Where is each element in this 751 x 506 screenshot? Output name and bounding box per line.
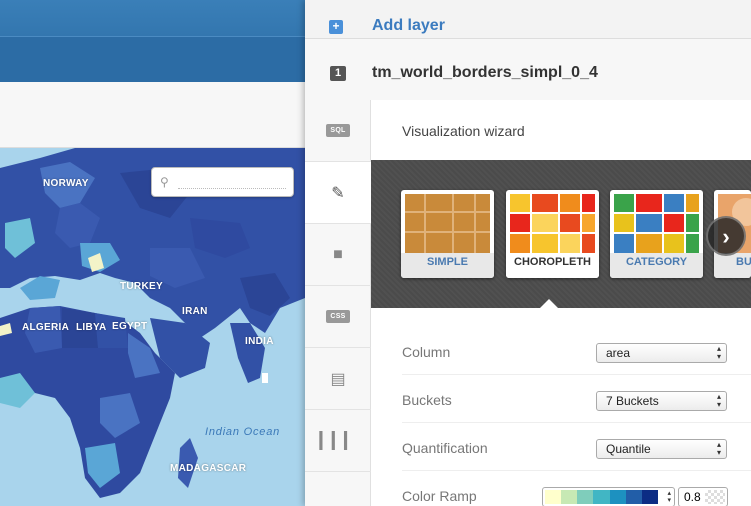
paintbrush-icon: ✎ xyxy=(331,184,345,202)
histogram-icon: ▎▎▎ xyxy=(319,432,357,450)
css-tool-button[interactable]: CSS xyxy=(305,286,371,348)
search-icon: ⚲ xyxy=(160,175,169,189)
column-row: Column area ▴ ▾ xyxy=(402,327,751,375)
map-search-box[interactable]: ⚲ xyxy=(151,167,294,197)
add-layer-link[interactable]: Add layer xyxy=(372,17,445,35)
filters-tool-button[interactable]: ▎▎▎ xyxy=(305,410,371,472)
map-label-ocean: Indian Ocean xyxy=(205,426,281,438)
quantification-select[interactable]: Quantile ▴ ▾ xyxy=(596,439,727,459)
category-thumbnail xyxy=(614,194,699,253)
sql-tool-button[interactable]: SQL xyxy=(305,100,371,162)
select-arrows-icon: ▴ ▾ xyxy=(716,440,721,457)
infowindow-tool-button[interactable]: ■ xyxy=(305,224,371,286)
column-select-value: area xyxy=(606,346,631,360)
legend-tool-button[interactable]: ▤ xyxy=(305,348,371,410)
quantification-select-value: Quantile xyxy=(606,442,651,456)
map-toolbar-area xyxy=(0,82,305,148)
wizard-card-simple[interactable]: SIMPLE xyxy=(401,190,494,278)
ramp-swatch xyxy=(561,490,578,504)
css-icon: CSS xyxy=(326,310,350,323)
map-label-india: INDIA xyxy=(245,336,274,347)
ramp-swatch xyxy=(545,490,562,504)
buckets-label: Buckets xyxy=(402,392,452,408)
map-label-turkey: TURKEY xyxy=(120,281,163,292)
opacity-value: 0.8 xyxy=(684,490,701,504)
legend-icon: ▤ xyxy=(330,370,346,388)
map-search-input[interactable] xyxy=(178,175,286,189)
select-arrows-icon: ▴ ▾ xyxy=(716,392,721,409)
map-label-norway: NORWAY xyxy=(43,178,89,189)
color-ramp-picker[interactable]: ▴ ▾ xyxy=(542,487,675,506)
map-label-libya: LIBYA xyxy=(76,322,107,333)
card-label: SIMPLE xyxy=(427,256,468,268)
map-label-algeria: ALGERIA xyxy=(22,322,70,333)
ramp-swatch xyxy=(641,490,658,504)
ramp-swatch xyxy=(609,490,626,504)
speech-bubble-icon: ■ xyxy=(333,245,343,263)
opacity-select[interactable]: 0.8 xyxy=(678,487,728,506)
color-ramp-row: Color Ramp ▴ ▾ 0.8 xyxy=(402,471,751,506)
layer-name[interactable]: tm_world_borders_simpl_0_4 xyxy=(372,64,598,82)
plus-icon[interactable]: + xyxy=(329,20,343,34)
select-arrows-icon: ▴ ▾ xyxy=(667,490,671,504)
column-label: Column xyxy=(402,344,451,360)
sql-icon: SQL xyxy=(326,124,350,137)
wizard-title: Visualization wizard xyxy=(402,123,525,139)
wizard-card-category[interactable]: CATEGORY xyxy=(610,190,703,278)
transparency-checker-icon xyxy=(705,490,725,504)
app-header xyxy=(0,0,305,82)
buckets-row: Buckets 7 Buckets ▴ ▾ xyxy=(402,375,751,423)
wizard-card-choropleth[interactable]: CHOROPLETH xyxy=(506,190,599,278)
card-label: CATEGORY xyxy=(625,256,688,268)
ramp-swatch xyxy=(625,490,642,504)
ramp-swatch xyxy=(593,490,610,504)
map-label-egypt: EGYPT xyxy=(112,321,148,332)
buckets-select[interactable]: 7 Buckets ▴ ▾ xyxy=(596,391,727,411)
ramp-swatch xyxy=(577,490,594,504)
select-arrows-icon: ▴ ▾ xyxy=(716,344,721,361)
layer-header[interactable]: 1 tm_world_borders_simpl_0_4 xyxy=(305,38,751,100)
card-label: CHOROPLETH xyxy=(514,256,591,268)
quantification-label: Quantification xyxy=(402,440,488,456)
choropleth-thumbnail xyxy=(510,194,595,253)
map-label-iran: IRAN xyxy=(182,306,208,317)
layer-tools-sidebar: SQL ✎ ■ CSS ▤ ▎▎▎ xyxy=(305,100,379,506)
buckets-select-value: 7 Buckets xyxy=(606,394,659,408)
add-layer-row[interactable]: + Add layer xyxy=(305,0,751,38)
app-header-bar xyxy=(0,36,305,82)
selected-card-pointer xyxy=(539,299,559,309)
layer-number-badge: 1 xyxy=(330,66,346,81)
quantification-row: Quantification Quantile ▴ ▾ xyxy=(402,423,751,471)
simple-thumbnail xyxy=(405,194,490,253)
layer-panel: + Add layer 1 tm_world_borders_simpl_0_4… xyxy=(305,0,751,506)
wizard-tool-button[interactable]: ✎ xyxy=(305,162,379,224)
wizard-carousel: SIMPLE CHOROPLETH CATEGORY BU › xyxy=(371,160,751,308)
carousel-next-button[interactable]: › xyxy=(706,216,746,256)
wizard-content: Visualization wizard SIMPLE CHOROPLETH C… xyxy=(371,100,751,506)
card-label: BU xyxy=(736,256,751,268)
map-label-madagascar: MADAGASCAR xyxy=(170,463,247,474)
column-select[interactable]: area ▴ ▾ xyxy=(596,343,727,363)
color-ramp-label: Color Ramp xyxy=(402,488,477,504)
